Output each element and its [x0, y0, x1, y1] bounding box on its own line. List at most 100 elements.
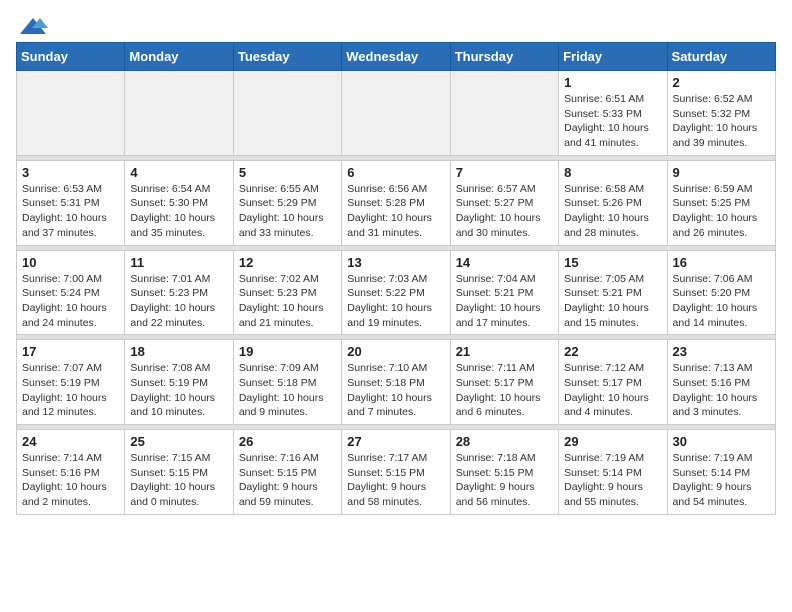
calendar-cell: 1 Sunrise: 6:51 AM Sunset: 5:33 PM Daylig…	[559, 71, 667, 156]
calendar-cell: 5 Sunrise: 6:55 AM Sunset: 5:29 PM Daylig…	[233, 160, 341, 245]
calendar-cell	[125, 71, 233, 156]
calendar-cell: 29 Sunrise: 7:19 AM Sunset: 5:14 PM Dayli…	[559, 430, 667, 515]
weekday-header-saturday: Saturday	[667, 43, 775, 71]
calendar-table: SundayMondayTuesdayWednesdayThursdayFrid…	[16, 42, 776, 515]
weekday-header-monday: Monday	[125, 43, 233, 71]
calendar-cell	[17, 71, 125, 156]
day-number: 30	[673, 434, 770, 449]
day-info: Sunrise: 7:02 AM Sunset: 5:23 PM Dayligh…	[239, 272, 336, 331]
calendar-cell: 12Sunrise: 7:02 AM Sunset: 5:23 PM Dayli…	[233, 250, 341, 335]
day-number: 13	[347, 255, 444, 270]
calendar-cell: 19 Sunrise: 7:09 AM Sunset: 5:18 PM Dayli…	[233, 340, 341, 425]
day-info: Sunrise: 6:52 AM Sunset: 5:32 PM Dayligh…	[673, 92, 770, 151]
weekday-header-wednesday: Wednesday	[342, 43, 450, 71]
calendar-cell: 14 Sunrise: 7:04 AM Sunset: 5:21 PM Dayli…	[450, 250, 558, 335]
day-number: 19	[239, 344, 336, 359]
day-info: Sunrise: 7:10 AM Sunset: 5:18 PM Dayligh…	[347, 361, 444, 420]
week-row-5: 24Sunrise: 7:14 AM Sunset: 5:16 PM Dayli…	[17, 430, 776, 515]
day-number: 21	[456, 344, 553, 359]
day-info: Sunrise: 6:53 AM Sunset: 5:31 PM Dayligh…	[22, 182, 119, 241]
day-number: 7	[456, 165, 553, 180]
day-number: 29	[564, 434, 661, 449]
day-number: 23	[673, 344, 770, 359]
calendar-cell: 10 Sunrise: 7:00 AM Sunset: 5:24 PM Dayli…	[17, 250, 125, 335]
calendar-cell: 7 Sunrise: 6:57 AM Sunset: 5:27 PM Daylig…	[450, 160, 558, 245]
calendar-cell: 26 Sunrise: 7:16 AM Sunset: 5:15 PM Dayli…	[233, 430, 341, 515]
day-info: Sunrise: 7:08 AM Sunset: 5:19 PM Dayligh…	[130, 361, 227, 420]
weekday-header-row: SundayMondayTuesdayWednesdayThursdayFrid…	[17, 43, 776, 71]
day-number: 17	[22, 344, 119, 359]
day-info: Sunrise: 7:06 AM Sunset: 5:20 PM Dayligh…	[673, 272, 770, 331]
day-info: Sunrise: 7:09 AM Sunset: 5:18 PM Dayligh…	[239, 361, 336, 420]
weekday-header-friday: Friday	[559, 43, 667, 71]
day-number: 20	[347, 344, 444, 359]
calendar-cell: 11 Sunrise: 7:01 AM Sunset: 5:23 PM Dayli…	[125, 250, 233, 335]
logo	[16, 16, 48, 36]
calendar-cell: 30 Sunrise: 7:19 AM Sunset: 5:14 PM Dayli…	[667, 430, 775, 515]
day-number: 9	[673, 165, 770, 180]
day-number: 11	[130, 255, 227, 270]
day-info: Sunrise: 7:18 AM Sunset: 5:15 PM Dayligh…	[456, 451, 553, 510]
calendar-cell: 27 Sunrise: 7:17 AM Sunset: 5:15 PM Dayli…	[342, 430, 450, 515]
day-info: Sunrise: 6:59 AM Sunset: 5:25 PM Dayligh…	[673, 182, 770, 241]
calendar-cell: 20 Sunrise: 7:10 AM Sunset: 5:18 PM Dayli…	[342, 340, 450, 425]
day-number: 27	[347, 434, 444, 449]
calendar-cell: 4Sunrise: 6:54 AM Sunset: 5:30 PM Daylig…	[125, 160, 233, 245]
day-info: Sunrise: 6:56 AM Sunset: 5:28 PM Dayligh…	[347, 182, 444, 241]
day-number: 1	[564, 75, 661, 90]
day-info: Sunrise: 7:16 AM Sunset: 5:15 PM Dayligh…	[239, 451, 336, 510]
weekday-header-tuesday: Tuesday	[233, 43, 341, 71]
day-info: Sunrise: 6:51 AM Sunset: 5:33 PM Dayligh…	[564, 92, 661, 151]
day-number: 15	[564, 255, 661, 270]
calendar-cell: 13 Sunrise: 7:03 AM Sunset: 5:22 PM Dayli…	[342, 250, 450, 335]
day-info: Sunrise: 7:01 AM Sunset: 5:23 PM Dayligh…	[130, 272, 227, 331]
weekday-header-thursday: Thursday	[450, 43, 558, 71]
calendar-cell: 21 Sunrise: 7:11 AM Sunset: 5:17 PM Dayli…	[450, 340, 558, 425]
calendar-cell: 23 Sunrise: 7:13 AM Sunset: 5:16 PM Dayli…	[667, 340, 775, 425]
day-number: 24	[22, 434, 119, 449]
calendar-cell: 6 Sunrise: 6:56 AM Sunset: 5:28 PM Daylig…	[342, 160, 450, 245]
calendar-cell	[450, 71, 558, 156]
day-number: 22	[564, 344, 661, 359]
calendar-cell: 2 Sunrise: 6:52 AM Sunset: 5:32 PM Daylig…	[667, 71, 775, 156]
logo-icon	[18, 16, 48, 36]
calendar-cell: 9 Sunrise: 6:59 AM Sunset: 5:25 PM Daylig…	[667, 160, 775, 245]
calendar-cell: 17 Sunrise: 7:07 AM Sunset: 5:19 PM Dayli…	[17, 340, 125, 425]
day-info: Sunrise: 7:07 AM Sunset: 5:19 PM Dayligh…	[22, 361, 119, 420]
day-number: 10	[22, 255, 119, 270]
day-number: 14	[456, 255, 553, 270]
day-number: 16	[673, 255, 770, 270]
calendar-cell: 22 Sunrise: 7:12 AM Sunset: 5:17 PM Dayli…	[559, 340, 667, 425]
day-info: Sunrise: 7:15 AM Sunset: 5:15 PM Dayligh…	[130, 451, 227, 510]
day-number: 6	[347, 165, 444, 180]
day-info: Sunrise: 7:11 AM Sunset: 5:17 PM Dayligh…	[456, 361, 553, 420]
calendar-cell: 28 Sunrise: 7:18 AM Sunset: 5:15 PM Dayli…	[450, 430, 558, 515]
day-number: 8	[564, 165, 661, 180]
day-number: 26	[239, 434, 336, 449]
calendar-cell: 16 Sunrise: 7:06 AM Sunset: 5:20 PM Dayli…	[667, 250, 775, 335]
day-info: Sunrise: 7:13 AM Sunset: 5:16 PM Dayligh…	[673, 361, 770, 420]
calendar-cell: 8Sunrise: 6:58 AM Sunset: 5:26 PM Daylig…	[559, 160, 667, 245]
week-row-3: 10 Sunrise: 7:00 AM Sunset: 5:24 PM Dayli…	[17, 250, 776, 335]
calendar-cell: 25Sunrise: 7:15 AM Sunset: 5:15 PM Dayli…	[125, 430, 233, 515]
day-info: Sunrise: 7:12 AM Sunset: 5:17 PM Dayligh…	[564, 361, 661, 420]
calendar-cell: 3Sunrise: 6:53 AM Sunset: 5:31 PM Daylig…	[17, 160, 125, 245]
day-info: Sunrise: 7:04 AM Sunset: 5:21 PM Dayligh…	[456, 272, 553, 331]
day-info: Sunrise: 7:05 AM Sunset: 5:21 PM Dayligh…	[564, 272, 661, 331]
day-number: 2	[673, 75, 770, 90]
day-info: Sunrise: 6:55 AM Sunset: 5:29 PM Dayligh…	[239, 182, 336, 241]
calendar-cell	[233, 71, 341, 156]
calendar-cell: 24Sunrise: 7:14 AM Sunset: 5:16 PM Dayli…	[17, 430, 125, 515]
day-number: 18	[130, 344, 227, 359]
day-info: Sunrise: 7:03 AM Sunset: 5:22 PM Dayligh…	[347, 272, 444, 331]
week-row-1: 1 Sunrise: 6:51 AM Sunset: 5:33 PM Daylig…	[17, 71, 776, 156]
day-info: Sunrise: 7:19 AM Sunset: 5:14 PM Dayligh…	[673, 451, 770, 510]
day-info: Sunrise: 7:17 AM Sunset: 5:15 PM Dayligh…	[347, 451, 444, 510]
day-info: Sunrise: 6:57 AM Sunset: 5:27 PM Dayligh…	[456, 182, 553, 241]
day-number: 5	[239, 165, 336, 180]
day-number: 28	[456, 434, 553, 449]
week-row-4: 17 Sunrise: 7:07 AM Sunset: 5:19 PM Dayli…	[17, 340, 776, 425]
day-info: Sunrise: 7:19 AM Sunset: 5:14 PM Dayligh…	[564, 451, 661, 510]
day-info: Sunrise: 7:00 AM Sunset: 5:24 PM Dayligh…	[22, 272, 119, 331]
calendar-cell: 18 Sunrise: 7:08 AM Sunset: 5:19 PM Dayli…	[125, 340, 233, 425]
